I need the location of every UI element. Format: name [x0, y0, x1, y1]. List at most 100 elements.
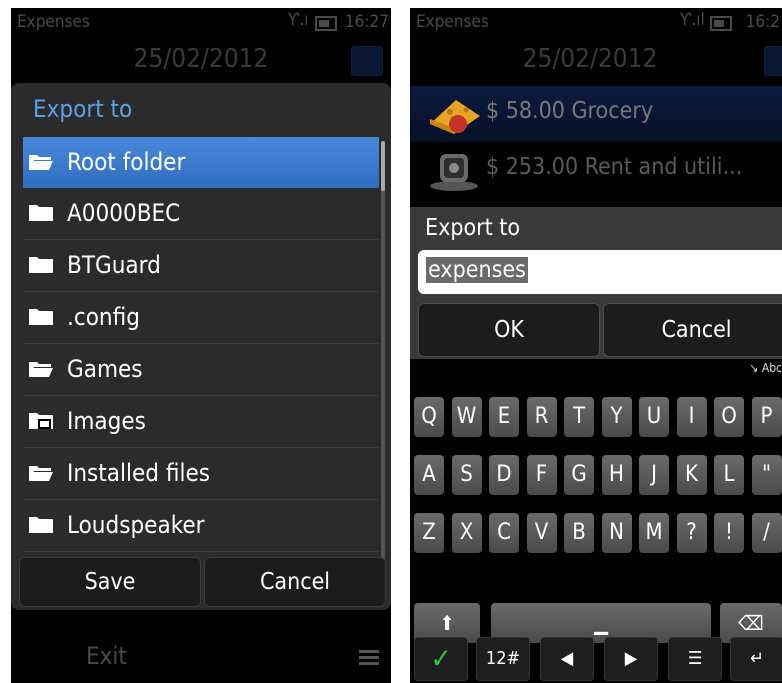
key-row1-6[interactable]: U — [639, 397, 669, 437]
expense-text: $ 253.00 Rent and utili... — [486, 154, 743, 180]
folder-item[interactable]: A0000BEC — [23, 188, 379, 240]
date-header: 25/02/2012 — [11, 44, 391, 84]
folder-icon — [29, 309, 53, 325]
arrow-right-icon: ▶ — [624, 648, 638, 669]
key-row3-8[interactable]: ! — [714, 513, 744, 553]
checkmark-icon: ✓ — [430, 642, 452, 675]
key-row1-7[interactable]: I — [676, 397, 707, 437]
expense-list: $ 58.00 Grocery $ 253.00 Rent and utili.… — [410, 86, 782, 198]
key-row3-9[interactable]: / — [751, 513, 782, 553]
key-row1-0[interactable]: Q — [414, 397, 444, 437]
battery-icon — [710, 16, 732, 31]
menu-icon[interactable] — [359, 650, 379, 666]
right-arrow-key[interactable]: ▶ — [604, 637, 658, 681]
key-row1-5[interactable]: Y — [601, 397, 632, 437]
key-row2-7[interactable]: K — [676, 455, 707, 495]
folder-item[interactable]: Root folder — [23, 137, 379, 188]
folder-item[interactable]: Images — [23, 396, 379, 448]
key-row3-5[interactable]: N — [601, 513, 632, 553]
clock: 16:27 — [344, 12, 389, 32]
folder-icon — [29, 205, 53, 221]
virtual-keyboard: ↘ Abc Q W E R T Y U I O P A S D F G H J K L " Z X C V B N M?! / ⬆ ▁ ⌫ ✓… — [410, 359, 782, 683]
folder-item[interactable]: Loudspeaker — [23, 500, 379, 552]
folder-item[interactable]: Installed files — [23, 448, 379, 500]
key-row2-1[interactable]: S — [451, 455, 482, 495]
key-row2-8[interactable]: L — [714, 455, 744, 495]
calendar-icon[interactable] — [764, 46, 782, 76]
folder-name: Loudspeaker — [67, 511, 205, 539]
folder-name: Installed files — [67, 459, 210, 487]
enter-icon: ↵ — [750, 648, 764, 669]
image-folder-icon — [29, 413, 53, 429]
expense-item[interactable]: $ 58.00 Grocery — [410, 86, 782, 142]
ok-button[interactable]: OK — [418, 303, 600, 357]
arrow-left-icon: ◀ — [560, 648, 574, 669]
folder-name: A0000BEC — [67, 199, 181, 227]
scrollbar[interactable] — [381, 141, 385, 569]
save-button[interactable]: Save — [19, 557, 201, 607]
folder-icon — [29, 257, 53, 273]
cancel-button[interactable]: Cancel — [204, 557, 386, 607]
folder-item[interactable]: BTGuard — [23, 240, 379, 292]
key-row2-4[interactable]: G — [564, 455, 594, 495]
key-row1-2[interactable]: E — [489, 397, 519, 437]
space-bar-icon: ▁ — [594, 611, 608, 635]
folder-icon — [29, 517, 53, 533]
calendar-icon[interactable] — [351, 46, 383, 76]
key-row3-1[interactable]: X — [451, 513, 482, 553]
cheese-icon — [430, 100, 480, 134]
export-dialog: Export to Root folder A0000BEC BTGuard .con… — [11, 83, 391, 610]
shift-arrow-icon: ⬆ — [439, 611, 455, 635]
folder-item[interactable]: .config — [23, 292, 379, 344]
folder-name: Images — [67, 407, 146, 435]
key-row2-0[interactable]: A — [414, 455, 444, 495]
key-row1-1[interactable]: W — [451, 397, 482, 437]
key-row1-9[interactable]: P — [751, 397, 782, 437]
date-label: 25/02/2012 — [133, 44, 269, 74]
input-mode-label: Abc — [761, 361, 782, 375]
dialog-title: Export to — [33, 95, 133, 123]
key-row1-8[interactable]: O — [714, 397, 744, 437]
key-row2-5[interactable]: H — [601, 455, 632, 495]
open-folder-icon — [29, 466, 53, 481]
key-row1-3[interactable]: R — [526, 397, 557, 437]
backspace-icon: ⌫ — [738, 611, 764, 635]
signal-icon: Ƴ.ı — [288, 10, 309, 30]
options-key[interactable]: ☰ — [668, 637, 722, 681]
enter-key[interactable]: ↵ — [730, 637, 782, 681]
folder-name: .config — [67, 303, 140, 331]
key-row2-9[interactable]: " — [751, 455, 782, 495]
folder-list: Root folder A0000BEC BTGuard .config Games Im… — [23, 137, 379, 552]
key-row1-4[interactable]: T — [564, 397, 594, 437]
status-bar: Expenses Ƴ.ı 16:27 — [11, 8, 391, 36]
key-row3-2[interactable]: C — [489, 513, 519, 553]
expense-item[interactable]: $ 253.00 Rent and utili... — [410, 142, 782, 198]
key-row2-6[interactable]: J — [639, 455, 669, 495]
cancel-button[interactable]: Cancel — [603, 303, 782, 357]
key-row3-6[interactable]: M — [639, 513, 669, 553]
key-row2-2[interactable]: D — [489, 455, 519, 495]
expense-text: $ 58.00 Grocery — [486, 98, 654, 124]
confirm-key[interactable]: ✓ — [414, 637, 468, 681]
key-row2-3[interactable]: F — [526, 455, 557, 495]
numeric-key[interactable]: 12# — [476, 637, 530, 681]
filename-input[interactable]: expenses — [418, 250, 782, 294]
webcam-icon — [430, 154, 478, 191]
scrollbar-thumb[interactable] — [381, 141, 385, 191]
exit-button[interactable]: Exit — [86, 642, 127, 670]
bottom-bar: Exit — [11, 628, 391, 678]
key-row3-0[interactable]: Z — [414, 513, 444, 553]
key-row3-7[interactable]: ? — [676, 513, 707, 553]
battery-icon — [315, 16, 337, 31]
input-mode-indicator[interactable]: ↘ Abc — [749, 361, 782, 375]
folder-item[interactable]: Games — [23, 344, 379, 396]
open-folder-icon — [29, 155, 53, 170]
key-row3-3[interactable]: V — [526, 513, 557, 553]
left-arrow-key[interactable]: ◀ — [540, 637, 594, 681]
text-options-icon: ☰ — [687, 648, 703, 669]
key-row3-4[interactable]: B — [564, 513, 594, 553]
date-header: 25/02/2012 — [410, 44, 782, 84]
folder-name: Games — [67, 355, 143, 383]
date-label: 25/02/2012 — [522, 44, 658, 74]
app-name: Expenses — [17, 12, 90, 32]
